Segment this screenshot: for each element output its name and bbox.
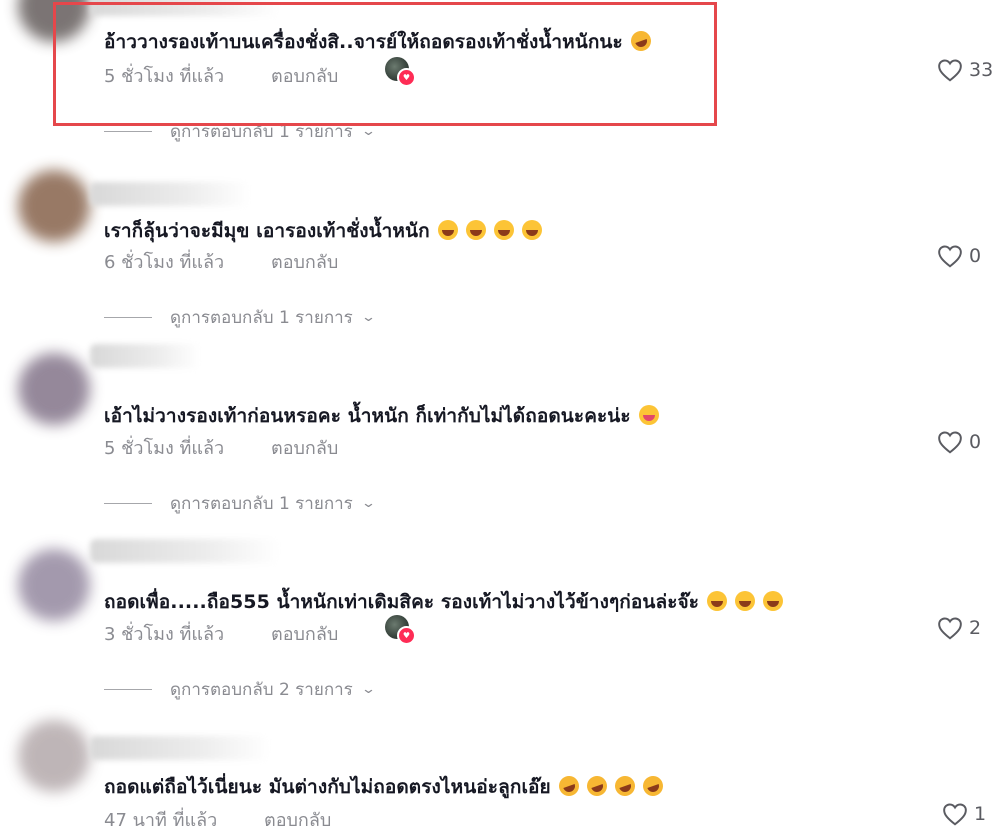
avatar[interactable] [18,720,90,792]
heart-outline-icon [938,617,962,640]
comment-time: 6 ชั่วโมง ที่แล้ว [104,252,225,273]
like-button[interactable]: 1 [942,802,986,826]
sweat-smile-icon [465,220,486,240]
divider-line [104,317,152,318]
creator-liked-avatar: ♥ [385,615,416,645]
username-blurred[interactable] [90,344,200,368]
comment-item: เอ้าไม่วางรองเท้าก่อนหรอคะ น้ำหนัก ก็เท่… [0,341,1001,527]
rolling-on-floor-laughing-icon [583,773,610,799]
like-button[interactable]: 33 [937,58,993,82]
chevron-down-icon: ⌄ [360,682,376,697]
username-blurred[interactable] [90,182,250,206]
rolling-on-floor-laughing-icon [639,773,666,799]
divider-line [104,689,152,690]
joy-icon [707,591,728,611]
like-count: 0 [969,245,982,267]
sweat-smile-icon [437,220,458,240]
avatar[interactable] [18,170,90,242]
comment-text: เราก็ลุ้นว่าจะมีมุข เอารองเท้าชั่งน้ำหนั… [104,216,542,246]
heart-badge-icon: ♥ [397,626,416,645]
heart-outline-icon [943,803,967,826]
comment-meta: 6 ชั่วโมง ที่แล้ว ตอบกลับ [104,247,338,276]
highlight-box [53,2,717,126]
like-button[interactable]: 0 [937,244,981,268]
view-replies-label: ดูการตอบกลับ 1 รายการ [170,308,353,328]
comment-item: ถอดเพื่อ.....ถือ555 น้ำหนักเท่าเดิมสิคะ … [0,527,1001,713]
sweat-smile-icon [493,220,514,240]
chevron-down-icon: ⌄ [360,124,376,139]
comment-meta: 3 ชั่วโมง ที่แล้ว ตอบกลับ ♥ [104,615,416,648]
reply-button[interactable]: ตอบกลับ [271,247,338,276]
rolling-on-floor-laughing-icon [611,773,638,799]
rolling-on-floor-laughing-icon [555,773,582,799]
like-button[interactable]: 0 [937,430,981,454]
comment-text: ถอดแต่ถือไว้เนี่ยนะ มันต่างกับไม่ถอดตรงไ… [104,772,666,802]
comment-time: 3 ชั่วโมง ที่แล้ว [104,624,225,645]
reply-button[interactable]: ตอบกลับ [264,805,331,834]
chevron-down-icon: ⌄ [360,310,376,325]
view-replies-label: ดูการตอบกลับ 1 รายการ [170,494,353,514]
heart-outline-icon [938,431,962,454]
heart-outline-icon [938,245,962,268]
comment-text: เอ้าไม่วางรองเท้าก่อนหรอคะ น้ำหนัก ก็เท่… [104,401,659,431]
view-replies-button[interactable]: ดูการตอบกลับ 1 รายการ ⌄ [104,304,376,331]
like-count: 33 [969,59,994,81]
reply-button[interactable]: ตอบกลับ [271,619,338,648]
divider-line [104,503,152,504]
comment-time: 5 ชั่วโมง ที่แล้ว [104,438,225,459]
divider-line [104,131,152,132]
reply-button[interactable]: ตอบกลับ [271,433,338,462]
comment-meta: 5 ชั่วโมง ที่แล้ว ตอบกลับ [104,433,338,462]
view-replies-label: ดูการตอบกลับ 2 รายการ [170,680,353,700]
view-replies-button[interactable]: ดูการตอบกลับ 1 รายการ ⌄ [104,490,376,517]
face-with-tongue-icon [638,405,659,425]
comment-item: ถอดแต่ถือไว้เนี่ยนะ มันต่างกับไม่ถอดตรงไ… [0,712,1001,831]
like-count: 0 [969,431,982,453]
avatar[interactable] [18,353,90,425]
username-blurred[interactable] [90,736,270,760]
username-blurred[interactable] [90,539,280,563]
avatar[interactable] [18,549,90,621]
sweat-smile-icon [521,220,542,240]
comment-item: เราก็ลุ้นว่าจะมีมุข เอารองเท้าชั่งน้ำหนั… [0,155,1001,341]
like-button[interactable]: 2 [937,616,981,640]
like-count: 2 [969,617,982,639]
joy-icon [763,591,784,611]
like-count: 1 [974,803,987,825]
joy-icon [735,591,756,611]
view-replies-button[interactable]: ดูการตอบกลับ 2 รายการ ⌄ [104,676,376,703]
comment-meta: 47 นาที ที่แล้ว ตอบกลับ [104,805,331,834]
heart-outline-icon [938,59,962,82]
chevron-down-icon: ⌄ [360,496,376,511]
comment-text: ถอดเพื่อ.....ถือ555 น้ำหนักเท่าเดิมสิคะ … [104,587,784,617]
